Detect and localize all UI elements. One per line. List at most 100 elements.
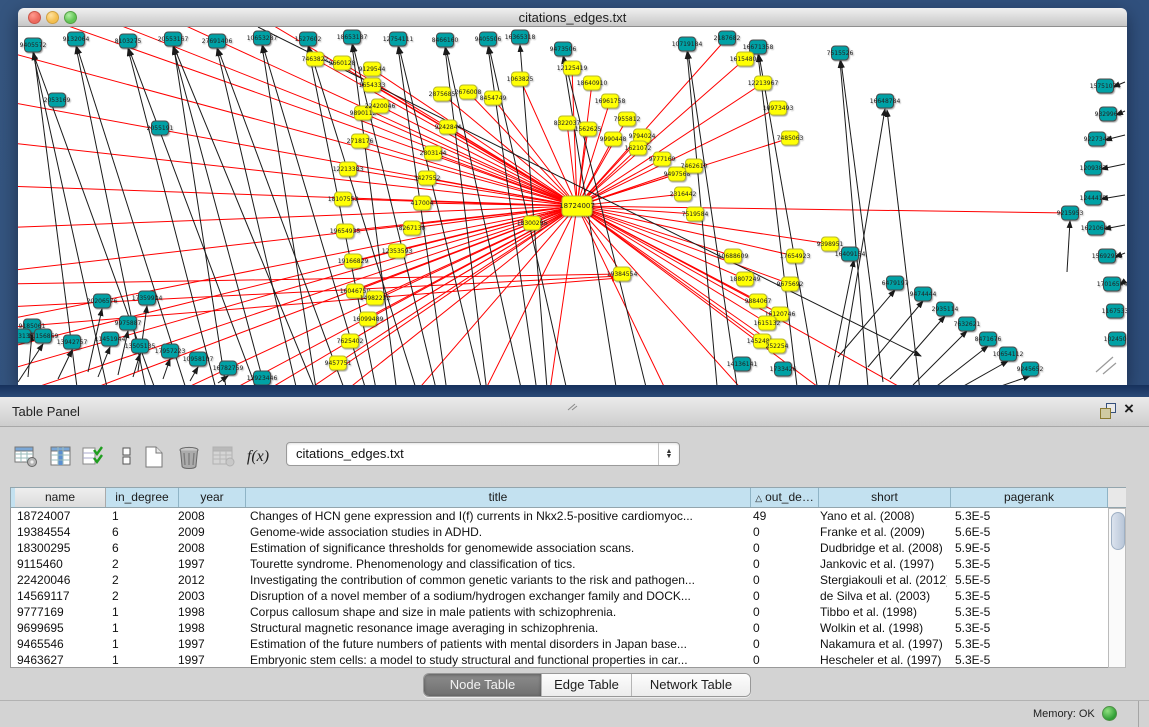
graph-node[interactable]: 8454749 [480,91,507,105]
graph-node[interactable]: 20206576 [87,294,118,308]
graph-node[interactable]: 7485063 [777,131,804,145]
function-builder-icon[interactable]: f(x) [244,443,272,471]
graph-node[interactable]: 252254 [766,339,789,353]
table-row[interactable]: 1872400712008Changes of HCN gene express… [11,508,1108,524]
graph-node[interactable]: 1244415 [1080,191,1107,205]
graph-node[interactable]: 13505135 [125,339,156,353]
canvas-resize-grip-icon[interactable] [1096,357,1116,374]
row-check-icon[interactable] [80,443,108,471]
graph-node[interactable]: 9660128 [329,56,356,70]
graph-node[interactable]: 10958107 [183,352,214,366]
scrollbar-thumb[interactable] [1111,512,1125,550]
graph-node[interactable]: 9405572 [20,38,47,52]
tab-edge-table[interactable]: Edge Table [542,674,632,696]
graph-node[interactable]: 12754111 [383,32,414,46]
graph-node[interactable]: 18640910 [577,76,608,90]
table-row[interactable]: 1938455462009Genome-wide association stu… [11,524,1108,540]
graph-node[interactable]: 1209387 [1080,161,1107,175]
tab-node-table[interactable]: Node Table [424,674,542,696]
graph-node[interactable]: 1562625 [575,122,602,136]
graph-node[interactable]: 18653187 [337,30,368,44]
column-header-name[interactable]: name [15,488,106,507]
splitter-grip-icon[interactable] [566,398,578,416]
graph-node[interactable]: 1063825 [507,72,534,86]
graph-node[interactable]: 2053169 [44,93,71,107]
table-settings-icon[interactable] [12,443,40,471]
graph-node[interactable]: 7625402 [337,334,364,348]
graph-hub-node[interactable]: 18724007 [559,196,595,216]
tab-network-table[interactable]: Network Table [632,674,750,696]
graph-node[interactable]: 12213383 [333,162,364,176]
column-header-pagerank[interactable]: pagerank [951,488,1108,507]
graph-node[interactable]: 13942757 [57,335,88,349]
graph-node[interactable]: 16961758 [595,94,626,108]
float-panel-icon[interactable] [1100,403,1116,419]
graph-node[interactable]: 8103275 [115,34,142,48]
column-select-icon[interactable] [47,443,75,471]
table-source-combobox[interactable]: citations_edges.txt ▲▼ [286,442,680,466]
table-row[interactable]: 1456911722003Disruption of a novel membe… [11,588,1108,604]
table-row[interactable]: 946554611997Estimation of the future num… [11,636,1108,652]
graph-node[interactable]: 11451944 [95,332,126,346]
graph-node[interactable]: 8466160 [432,33,459,47]
column-header-out_de[interactable]: △out_de… [751,488,819,507]
graph-node[interactable]: 17016504 [1097,277,1127,291]
graph-node[interactable]: 20553167 [158,32,189,46]
column-header-title[interactable]: title [246,488,751,507]
graph-node[interactable]: 9473506 [550,42,577,56]
delete-table-icon[interactable] [175,443,203,471]
graph-node[interactable]: 9398951 [817,237,844,251]
graph-node[interactable]: 7632621 [954,317,981,331]
graph-node[interactable]: 9474444 [910,287,937,301]
graph-node[interactable]: 9227342 [1084,132,1111,146]
graph-node[interactable]: 6479197 [882,276,909,290]
graph-node[interactable]: 12923446 [247,371,278,385]
graph-node[interactable]: 1527602 [295,32,322,46]
table-row[interactable]: 1830029562008Estimation of significance … [11,540,1108,556]
vertical-scrollbar[interactable] [1108,508,1126,668]
graph-node[interactable]: 7519584 [682,207,709,221]
new-document-icon[interactable] [140,443,168,471]
graph-node[interactable]: 2676008 [455,85,482,99]
graph-node[interactable]: 2316442 [670,187,697,201]
window-titlebar[interactable]: citations_edges.txt [18,8,1127,27]
import-table-icon[interactable] [210,443,238,471]
close-panel-icon[interactable]: × [1124,399,1134,419]
graph-node[interactable]: 8471676 [975,332,1002,346]
table-row[interactable]: 2242004622012Investigating the contribut… [11,572,1108,588]
graph-node[interactable]: 17359924 [132,291,163,305]
graph-node[interactable]: 2935114 [932,302,959,316]
graph-node[interactable]: 7955812 [614,112,641,126]
graph-node[interactable]: 9990448 [600,132,627,146]
graph-node[interactable]: 16365318 [505,30,536,44]
graph-node[interactable]: 10654112 [993,347,1024,361]
graph-node[interactable]: 10688609 [718,249,749,263]
graph-node[interactable]: 1024501 [1104,332,1127,346]
column-header-short[interactable]: short [819,488,951,507]
graph-node[interactable]: 12125419 [557,61,588,75]
graph-node[interactable]: 7515526 [827,46,854,60]
graph-node[interactable]: 27691406 [202,34,233,48]
graph-node[interactable]: 417004 [411,196,434,210]
graph-node[interactable]: 17654923 [780,249,811,263]
table-row[interactable]: 977716911998Corpus callosum shape and si… [11,604,1108,620]
table-row[interactable]: 946362711997Embryonic stem cells: a mode… [11,652,1108,668]
graph-node[interactable]: 10653287 [247,31,278,45]
graph-node[interactable]: 2718176 [347,134,374,148]
graph-node[interactable]: 12213967 [748,76,779,90]
graph-node[interactable]: 1733426 [770,362,797,376]
graph-node[interactable]: 9405506 [475,32,502,46]
graph-node[interactable]: 14136141 [727,357,758,371]
graph-node[interactable]: 10719184 [672,37,703,51]
network-canvas[interactable]: 9405572 9132064 8103275 20553167 27691406 106… [18,27,1127,386]
citation-network-graph[interactable]: 9405572 9132064 8103275 20553167 27691406 106… [18,27,1127,386]
graph-node[interactable]: 12353593 [382,244,413,258]
graph-node[interactable]: 9245652 [1017,362,1044,376]
column-header-in_degree[interactable]: in_degree [106,488,179,507]
column-header-year[interactable]: year [179,488,246,507]
graph-node[interactable]: 2187682 [714,31,741,45]
graph-node[interactable]: 9132064 [63,32,90,46]
graph-node[interactable]: 1167533 [1102,304,1127,318]
graph-node[interactable]: 8322037 [554,116,581,130]
table-row[interactable]: 969969511998Structural magnetic resonanc… [11,620,1108,636]
